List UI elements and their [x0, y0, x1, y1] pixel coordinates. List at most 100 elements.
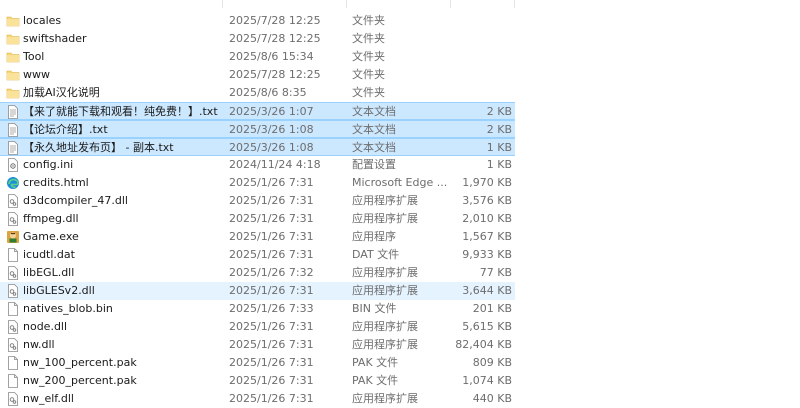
file-modified-date: 2025/1/26 7:31 [229, 392, 314, 405]
file-row[interactable]: nw.dll 2025/1/26 7:31 应用程序扩展 82,404 KB [0, 336, 515, 354]
file-row[interactable]: ffmpeg.dll 2025/1/26 7:31 应用程序扩展 2,010 KB [0, 210, 515, 228]
file-size: 1 KB [486, 141, 512, 154]
file-size [440, 84, 512, 102]
game-exe-icon [6, 228, 20, 246]
file-modified-date: 2025/1/26 7:31 [229, 356, 314, 369]
file-name: 【来了就能下载和观看！纯免费！】.txt [23, 105, 218, 118]
file-size: 3,576 KB [462, 194, 512, 207]
file-modified-date: 2025/1/26 7:31 [229, 212, 314, 225]
file-row[interactable]: 【论坛介绍】.txt 2025/3/26 1:08 文本文档 2 KB [0, 120, 515, 138]
file-modified-date: 2025/1/26 7:32 [229, 266, 314, 279]
file-row[interactable]: nw_elf.dll 2025/1/26 7:31 应用程序扩展 440 KB [0, 390, 515, 408]
dll-file-icon [6, 210, 20, 228]
file-name: nw_200_percent.pak [23, 374, 137, 387]
file-modified-date: 2025/7/28 12:25 [229, 32, 321, 45]
text-file-icon [6, 103, 20, 121]
file-name: 【论坛介绍】.txt [23, 123, 108, 136]
file-row[interactable]: swiftshader 2025/7/28 12:25 文件夹 [0, 30, 515, 48]
file-modified-date: 2025/3/26 1:07 [229, 105, 314, 118]
file-row[interactable]: config.ini 2024/11/24 4:18 配置设置 1 KB [0, 156, 515, 174]
file-size: 2 KB [486, 105, 512, 118]
file-row[interactable]: 加载AI汉化说明 2025/8/6 8:35 文件夹 [0, 84, 515, 102]
file-name: libEGL.dll [23, 266, 75, 279]
file-modified-date: 2024/11/24 4:18 [229, 158, 321, 171]
file-modified-date: 2025/7/28 12:25 [229, 14, 321, 27]
file-row[interactable]: d3dcompiler_47.dll 2025/1/26 7:31 应用程序扩展 3,… [0, 192, 515, 210]
file-modified-date: 2025/1/26 7:31 [229, 176, 314, 189]
file-name: nw.dll [23, 338, 55, 351]
dll-file-icon [6, 192, 20, 210]
file-modified-date: 2025/1/26 7:31 [229, 284, 314, 297]
dll-file-icon [6, 318, 20, 336]
column-divider-size[interactable] [450, 0, 451, 8]
file-size: 3,644 KB [462, 284, 512, 297]
file-size [440, 66, 512, 84]
file-row[interactable]: libGLESv2.dll 2025/1/26 7:31 应用程序扩展 3,644 K… [0, 282, 515, 300]
file-icon [6, 372, 20, 390]
text-file-icon [6, 121, 20, 139]
file-row[interactable]: nw_100_percent.pak 2025/1/26 7:31 PAK 文件 80… [0, 354, 515, 372]
file-size: 77 KB [479, 266, 512, 279]
file-size: 9,933 KB [462, 248, 512, 261]
file-name: icudtl.dat [23, 248, 75, 261]
dll-file-icon [6, 282, 20, 300]
file-size: 1,567 KB [462, 230, 512, 243]
file-name: ffmpeg.dll [23, 212, 79, 225]
folder-icon [6, 84, 20, 102]
edge-icon [6, 174, 20, 192]
file-size: 5,615 KB [462, 320, 512, 333]
file-name: nw_elf.dll [23, 392, 74, 405]
file-modified-date: 2025/8/6 15:34 [229, 50, 314, 63]
file-row[interactable]: Game.exe 2025/1/26 7:31 应用程序 1,567 KB [0, 228, 515, 246]
file-row[interactable]: libEGL.dll 2025/1/26 7:32 应用程序扩展 77 KB [0, 264, 515, 282]
file-size: 2 KB [486, 123, 512, 136]
dll-file-icon [6, 336, 20, 354]
file-size: 809 KB [472, 356, 512, 369]
file-size: 440 KB [472, 392, 512, 405]
file-name: 加载AI汉化说明 [23, 86, 100, 99]
file-row[interactable]: nw_200_percent.pak 2025/1/26 7:31 PAK 文件 1,… [0, 372, 515, 390]
folder-icon [6, 66, 20, 84]
column-divider-end[interactable] [514, 0, 515, 8]
file-modified-date: 2025/1/26 7:31 [229, 194, 314, 207]
file-row[interactable]: credits.html 2025/1/26 7:31 Microsoft Edge… [0, 174, 515, 192]
file-row[interactable]: Tool 2025/8/6 15:34 文件夹 [0, 48, 515, 66]
file-list: locales 2025/7/28 12:25 文件夹 swiftshader 2025… [0, 0, 800, 406]
column-divider-date[interactable] [222, 0, 223, 8]
dll-file-icon [6, 390, 20, 408]
file-name: Game.exe [23, 230, 79, 243]
file-size: 201 KB [472, 302, 512, 315]
folder-icon [6, 30, 20, 48]
dll-file-icon [6, 264, 20, 282]
file-modified-date: 2025/8/6 8:35 [229, 86, 307, 99]
file-name: config.ini [23, 158, 74, 171]
file-size: 2,010 KB [462, 212, 512, 225]
file-name: Tool [23, 50, 45, 63]
file-row[interactable]: node.dll 2025/1/26 7:31 应用程序扩展 5,615 KB [0, 318, 515, 336]
config-file-icon [6, 156, 20, 174]
folder-icon [6, 48, 20, 66]
file-row[interactable]: locales 2025/7/28 12:25 文件夹 [0, 12, 515, 30]
file-size: 82,404 KB [455, 338, 512, 351]
file-row[interactable]: www 2025/7/28 12:25 文件夹 [0, 66, 515, 84]
file-size [440, 48, 512, 66]
file-row[interactable]: 【来了就能下载和观看！纯免费！】.txt 2025/3/26 1:07 文本文档 2 … [0, 102, 515, 120]
file-row[interactable]: natives_blob.bin 2025/1/26 7:33 BIN 文件 201 … [0, 300, 515, 318]
file-size: 1,970 KB [462, 176, 512, 189]
file-name: 【永久地址发布页】 - 副本.txt [23, 141, 174, 154]
file-modified-date: 2025/1/26 7:33 [229, 302, 314, 315]
text-file-icon [6, 139, 20, 157]
file-row[interactable]: 【永久地址发布页】 - 副本.txt 2025/3/26 1:08 文本文档 1 KB [0, 138, 515, 156]
file-icon [6, 354, 20, 372]
file-size: 1 KB [486, 158, 512, 171]
file-name: node.dll [23, 320, 68, 333]
file-modified-date: 2025/1/26 7:31 [229, 320, 314, 333]
file-row[interactable]: icudtl.dat 2025/1/26 7:31 DAT 文件 9,933 KB [0, 246, 515, 264]
column-divider-type[interactable] [346, 0, 347, 8]
file-name: natives_blob.bin [23, 302, 113, 315]
file-name: locales [23, 14, 62, 27]
file-size: 1,074 KB [462, 374, 512, 387]
file-name: libGLESv2.dll [23, 284, 95, 297]
file-name: nw_100_percent.pak [23, 356, 137, 369]
file-size [440, 12, 512, 30]
